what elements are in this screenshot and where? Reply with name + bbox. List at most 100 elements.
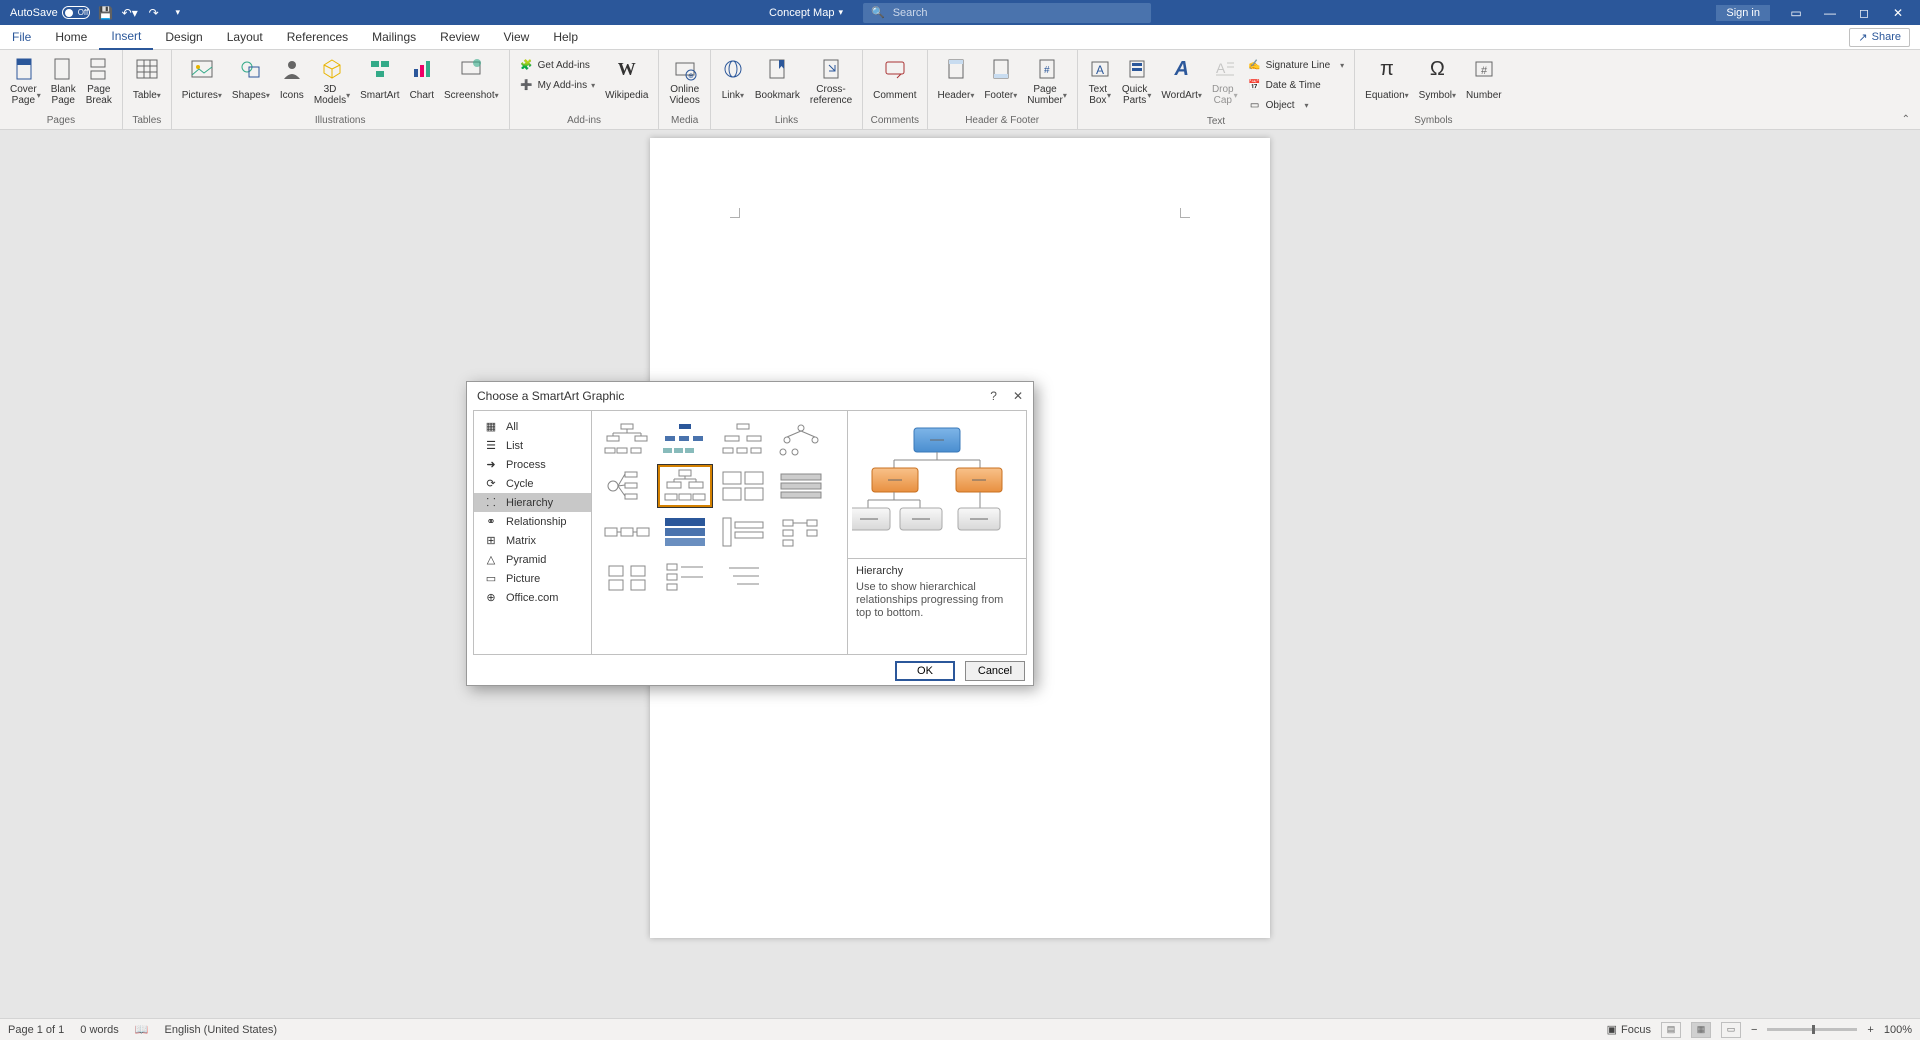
smartart-thumb[interactable] [716,419,770,461]
object-button[interactable]: ▭Object▾ [1248,96,1345,114]
print-layout-button[interactable]: ▦ [1691,1022,1711,1038]
page-break-button[interactable]: PageBreak [82,54,116,108]
zoom-out-button[interactable]: − [1751,1024,1757,1036]
equation-button[interactable]: πEquation [1361,54,1413,108]
title-dropdown-icon[interactable]: ▾ [838,7,843,18]
zoom-level[interactable]: 100% [1884,1024,1912,1036]
cross-reference-button[interactable]: Cross-reference [806,54,856,108]
my-addins-button[interactable]: ➕My Add-ins▾ [520,76,595,94]
page-number-button[interactable]: #PageNumber [1023,54,1071,108]
minimize-icon[interactable]: ― [1822,6,1838,20]
symbol-button[interactable]: ΩSymbol [1415,54,1460,108]
dialog-help-button[interactable]: ? [990,389,997,403]
quick-parts-button[interactable]: QuickParts [1118,54,1156,108]
smartart-thumb[interactable] [716,511,770,553]
dialog-close-button[interactable]: ✕ [1013,389,1023,403]
autosave-toggle[interactable]: AutoSave Off [10,6,90,19]
chart-button[interactable]: Chart [406,54,438,108]
tab-insert[interactable]: Insert [99,25,153,50]
header-button[interactable]: Header [934,54,979,108]
undo-icon[interactable]: ↶▾ [122,5,138,21]
close-icon[interactable]: ✕ [1890,6,1906,20]
document-title[interactable]: Concept Map ▾ [769,7,843,19]
smartart-thumb[interactable] [658,557,712,599]
category-pyramid[interactable]: △Pyramid [474,550,591,569]
web-layout-button[interactable]: ▭ [1721,1022,1741,1038]
smartart-thumb[interactable] [774,465,828,507]
category-picture[interactable]: ▭Picture [474,569,591,588]
drop-cap-button[interactable]: ADropCap [1208,54,1242,108]
cancel-button[interactable]: Cancel [965,661,1025,681]
cover-page-button[interactable]: CoverPage [6,54,45,108]
smartart-thumb[interactable] [600,419,654,461]
blank-page-button[interactable]: BlankPage [47,54,80,108]
category-cycle[interactable]: ⟳Cycle [474,474,591,493]
category-all[interactable]: ▦All [474,417,591,436]
read-mode-button[interactable]: ▤ [1661,1022,1681,1038]
tab-home[interactable]: Home [43,25,99,50]
date-time-button[interactable]: 📅Date & Time [1248,76,1345,94]
category-list[interactable]: ☰List [474,436,591,455]
tab-view[interactable]: View [492,25,542,50]
smartart-thumb[interactable] [774,511,828,553]
status-words[interactable]: 0 words [80,1024,119,1036]
comment-button[interactable]: Comment [869,54,920,108]
tab-file[interactable]: File [0,25,43,50]
screenshot-button[interactable]: Screenshot [440,54,503,108]
tab-review[interactable]: Review [428,25,491,50]
search-input[interactable]: 🔍 Search [863,3,1151,23]
qat-customize-icon[interactable]: ▾ [170,5,186,21]
spellcheck-icon[interactable]: 📖 [135,1023,149,1036]
online-videos-button[interactable]: ⊕OnlineVideos [665,54,703,108]
ok-button[interactable]: OK [895,661,955,681]
status-page[interactable]: Page 1 of 1 [8,1024,64,1036]
pictures-button[interactable]: Pictures [178,54,226,108]
table-button[interactable]: Table [129,54,165,108]
ribbon-display-icon[interactable]: ▭ [1788,6,1804,20]
category-process[interactable]: ➜Process [474,455,591,474]
category-hierarchy[interactable]: ⸬Hierarchy [474,493,591,512]
signin-button[interactable]: Sign in [1716,5,1770,21]
smartart-thumb[interactable] [716,465,770,507]
number-button[interactable]: #Number [1462,54,1506,108]
tab-design[interactable]: Design [153,25,214,50]
footer-button[interactable]: Footer [980,54,1021,108]
tab-layout[interactable]: Layout [215,25,275,50]
redo-icon[interactable]: ↷ [146,5,162,21]
smartart-thumb[interactable] [600,465,654,507]
toggle-switch[interactable]: Off [62,6,90,19]
smartart-button[interactable]: SmartArt [356,54,403,108]
bookmark-button[interactable]: Bookmark [751,54,804,108]
tab-mailings[interactable]: Mailings [360,25,428,50]
3d-models-button[interactable]: 3DModels [310,54,354,108]
smartart-thumb[interactable] [716,557,770,599]
shapes-button[interactable]: Shapes [228,54,274,108]
signature-line-button[interactable]: ✍Signature Line▾ [1248,56,1345,74]
smartart-thumb-selected[interactable] [658,465,712,507]
category-relationship[interactable]: ⚭Relationship [474,512,591,531]
status-language[interactable]: English (United States) [165,1024,278,1036]
focus-mode-button[interactable]: ▣Focus [1607,1023,1651,1036]
smartart-thumb[interactable] [658,511,712,553]
tab-help[interactable]: Help [541,25,590,50]
text-box-button[interactable]: ATextBox [1084,54,1116,108]
category-office[interactable]: ⊕Office.com [474,588,591,607]
share-button[interactable]: ↗ Share [1849,28,1910,47]
collapse-ribbon-icon[interactable]: ⌃ [1902,114,1910,125]
zoom-slider[interactable] [1767,1028,1857,1031]
tab-references[interactable]: References [275,25,360,50]
link-button[interactable]: Link [717,54,749,108]
smartart-thumb[interactable] [658,419,712,461]
wikipedia-button[interactable]: WWikipedia [601,54,652,108]
get-addins-button[interactable]: 🧩Get Add-ins [520,56,595,74]
smartart-thumb[interactable] [600,511,654,553]
smartart-thumb[interactable] [600,557,654,599]
zoom-in-button[interactable]: + [1867,1024,1873,1036]
save-icon[interactable]: 💾 [98,5,114,21]
wordart-button[interactable]: AWordArt [1157,54,1206,108]
category-matrix[interactable]: ⊞Matrix [474,531,591,550]
icons-button[interactable]: Icons [276,54,308,108]
smartart-thumb[interactable] [774,419,828,461]
text-box-icon: A [1088,56,1112,82]
maximize-icon[interactable]: ◻ [1856,6,1872,20]
